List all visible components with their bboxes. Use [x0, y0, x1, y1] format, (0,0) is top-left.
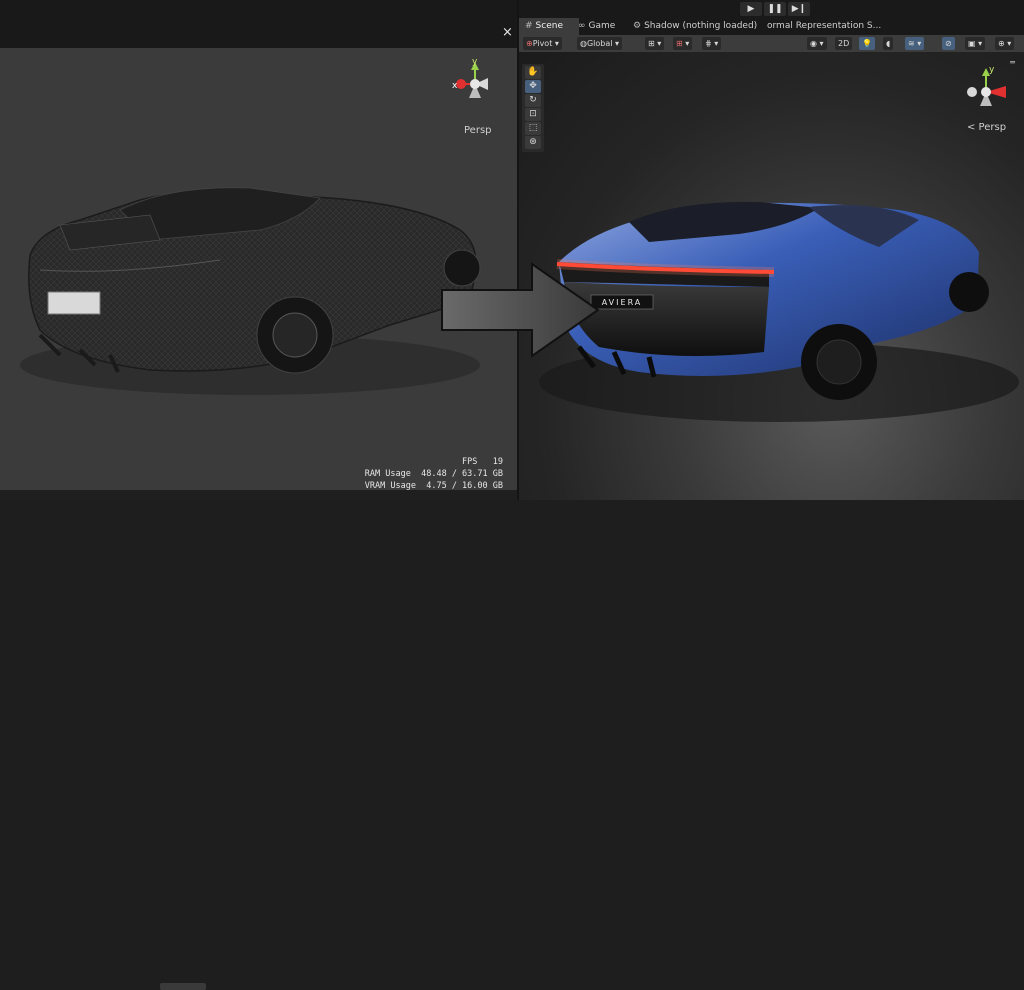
pivot-label: Pivot — [532, 39, 553, 48]
grid-lines-icon: ⋕ — [705, 39, 712, 48]
play-mode-bar: ▶ ❚❚ ▶❙ — [519, 0, 1024, 18]
horizontal-scrollbar-track[interactable] — [0, 490, 517, 990]
tab-scene[interactable]: # Scene — [519, 18, 579, 35]
audio-icon: ◖ — [886, 39, 891, 48]
gizmo-x-label: x — [452, 81, 458, 91]
projection-label[interactable]: < Persp — [967, 122, 1006, 133]
ram-label: RAM Usage — [364, 469, 411, 479]
tab-shadow-label: Shadow (nothing loaded) — [644, 21, 758, 31]
car-badge-text: AVIERA — [602, 298, 643, 307]
grid-visibility-button[interactable]: ⋕ ▾ — [702, 37, 722, 50]
horizontal-scrollbar-thumb[interactable] — [160, 983, 206, 990]
tab-game-label: Game — [588, 21, 616, 31]
viewport-header-bar: × — [0, 0, 517, 48]
hidden-objects-toggle[interactable]: ⊘ — [942, 37, 955, 50]
tab-game[interactable]: ∞ Game — [572, 18, 621, 35]
transform-tool-icon[interactable]: ⊛ — [525, 136, 541, 149]
eye-off-icon: ⊘ — [945, 39, 952, 48]
snap-icon: ⊞ — [676, 39, 683, 48]
scene-toolbar: ⊕Pivot ▾ ◍Global ▾ ⊞ ▾ ⊞ ▾ ⋕ ▾ ◉ ▾ 2D 💡 … — [519, 35, 1024, 52]
effects-dropdown[interactable]: ≋ ▾ — [905, 37, 925, 50]
scene-editor-panel: ▶ ❚❚ ▶❙ # Scene ∞ Game ⚙ Shadow (nothing lo… — [519, 0, 1024, 500]
gizmo-y-label: y — [472, 58, 478, 67]
camera-icon: ▣ — [968, 39, 976, 48]
light-bulb-icon: 💡 — [862, 39, 872, 48]
shaded-sphere-icon: ◉ — [810, 39, 817, 48]
scene-icon: # — [525, 21, 533, 31]
global-dropdown[interactable]: ◍Global ▾ — [577, 37, 623, 50]
lighting-toggle[interactable]: 💡 — [859, 37, 875, 50]
game-icon: ∞ — [578, 21, 586, 31]
transform-tool-strip: ✋ ✥ ↻ ⊡ ⬚ ⊛ — [522, 64, 544, 152]
move-tool-icon[interactable]: ✥ — [525, 80, 541, 93]
editor-tab-bar: # Scene ∞ Game ⚙ Shadow (nothing loaded) or… — [519, 18, 1024, 35]
gizmos-dropdown[interactable]: ⊕ ▾ — [995, 37, 1015, 50]
snap-increment-button[interactable]: ⊞ ▾ — [673, 37, 693, 50]
2d-toggle[interactable]: 2D — [835, 37, 853, 50]
draw-mode-dropdown[interactable]: ◉ ▾ — [807, 37, 827, 50]
close-icon[interactable]: × — [502, 26, 513, 40]
shadow-icon: ⚙ — [633, 21, 642, 31]
hand-tool-icon[interactable]: ✋ — [525, 66, 541, 79]
performance-stats: FPS 19 RAM Usage 48.48 / 63.71 GB VRAM U… — [365, 456, 503, 492]
fps-label: FPS — [462, 457, 478, 467]
camera-dropdown[interactable]: ▣ ▾ — [965, 37, 986, 50]
grid-icon: ⊞ — [648, 39, 655, 48]
global-label: Global — [586, 39, 613, 48]
orientation-gizmo[interactable]: y x — [448, 58, 504, 110]
rect-tool-icon[interactable]: ⬚ — [525, 122, 541, 135]
tab-normal-representation[interactable]: ormal Representation S... — [761, 18, 887, 35]
pivot-icon: ⊕ — [526, 39, 533, 48]
tab-shadow[interactable]: ⚙ Shadow (nothing loaded) — [627, 18, 763, 35]
pause-button[interactable]: ❚❚ — [764, 2, 786, 16]
gizmo-y-label: y — [989, 65, 995, 75]
layers-icon: ≋ — [908, 39, 915, 48]
projection-label[interactable]: Persp — [464, 125, 492, 136]
gizmos-icon: ⊕ — [998, 39, 1005, 48]
orientation-gizmo[interactable]: y — [962, 62, 1018, 114]
pivot-dropdown[interactable]: ⊕Pivot ▾ — [523, 37, 562, 50]
audio-toggle[interactable]: ◖ — [883, 37, 894, 50]
step-button[interactable]: ▶❙ — [788, 2, 810, 16]
wireframe-viewport[interactable]: × y x Persp FPS 19 RAM Usage 48.48 / 63.… — [0, 0, 517, 990]
transition-arrow — [441, 262, 600, 358]
tab-normal-label: ormal Representation S... — [767, 21, 882, 31]
scale-tool-icon[interactable]: ⊡ — [525, 108, 541, 121]
license-plate — [47, 291, 101, 315]
globe-icon: ◍ — [580, 39, 587, 48]
ram-value: 48.48 / 63.71 GB — [421, 469, 503, 479]
grid-snap-button[interactable]: ⊞ ▾ — [645, 37, 665, 50]
rotate-tool-icon[interactable]: ↻ — [525, 94, 541, 107]
fps-value: 19 — [492, 457, 503, 467]
tab-scene-label: Scene — [535, 21, 563, 31]
play-button[interactable]: ▶ — [740, 2, 762, 16]
